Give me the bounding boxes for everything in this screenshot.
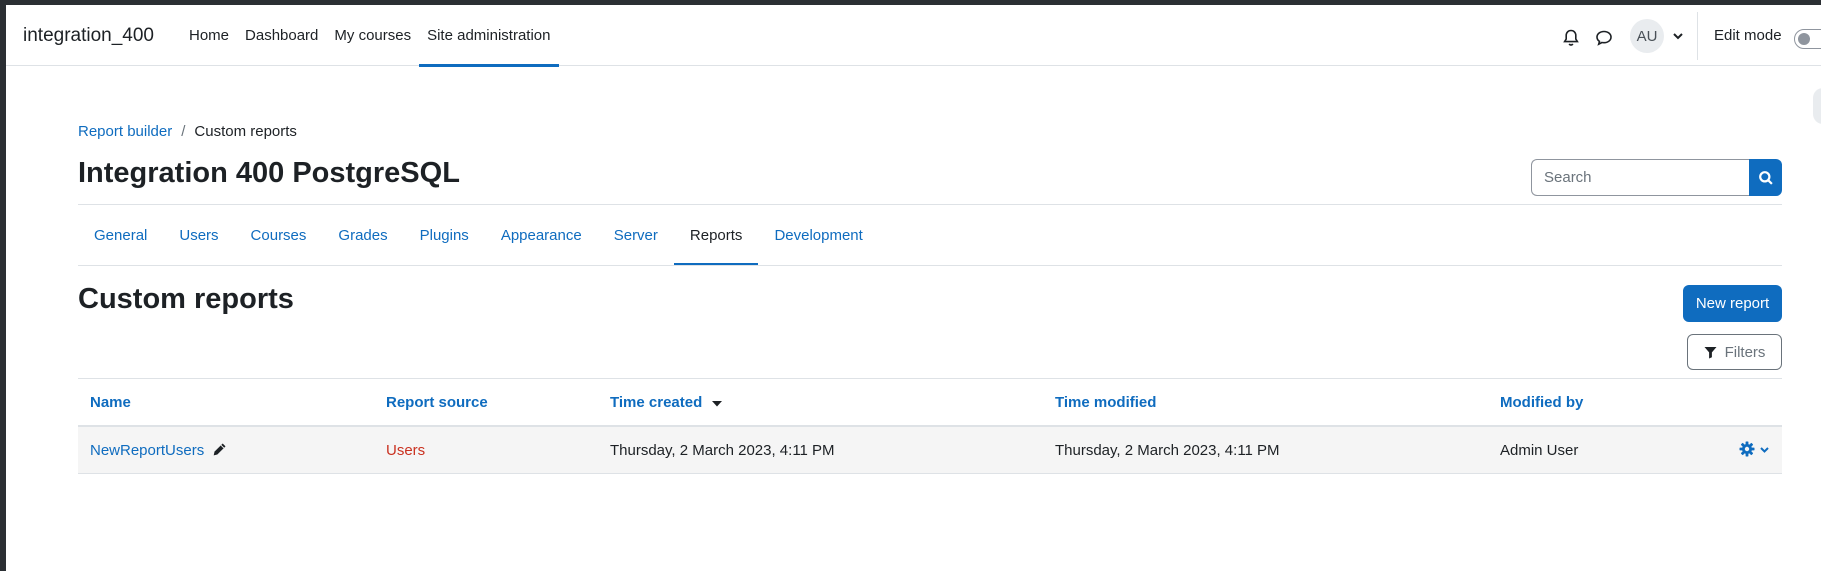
nav-home[interactable]: Home [181, 5, 237, 66]
secondary-nav-divider [78, 265, 1782, 266]
user-avatar[interactable]: AU [1630, 19, 1664, 53]
new-report-button[interactable]: New report [1683, 285, 1782, 322]
edit-mode-toggle[interactable] [1794, 29, 1821, 49]
page-title: Integration 400 PostgreSQL [78, 157, 460, 189]
toggle-knob [1798, 33, 1810, 45]
column-header-modified-by[interactable]: Modified by [1500, 394, 1583, 411]
window-left-strip [0, 0, 6, 571]
filters-button[interactable]: Filters [1687, 334, 1782, 370]
column-header-time-created[interactable]: Time created [610, 394, 723, 411]
tab-reports[interactable]: Reports [673, 205, 759, 266]
filter-icon [1704, 346, 1717, 358]
drawer-toggle-handle[interactable] [1813, 88, 1821, 124]
section-title: Custom reports [78, 283, 294, 315]
tab-users[interactable]: Users [163, 205, 234, 265]
tab-plugins[interactable]: Plugins [404, 205, 485, 265]
chevron-down-icon [1760, 446, 1769, 453]
tab-server[interactable]: Server [598, 205, 674, 265]
table-row: NewReportUsers Users Thursday, 2 March 2… [78, 427, 1782, 474]
column-header-name[interactable]: Name [90, 394, 131, 411]
secondary-navigation: General Users Courses Grades Plugins App… [78, 205, 879, 266]
search-input[interactable] [1531, 159, 1749, 196]
column-header-time-modified[interactable]: Time modified [1055, 394, 1156, 411]
tab-appearance[interactable]: Appearance [485, 205, 598, 265]
edit-mode-label: Edit mode [1714, 27, 1782, 44]
breadcrumb: Report builder / Custom reports [78, 123, 297, 140]
time-created-cell: Thursday, 2 March 2023, 4:11 PM [610, 442, 835, 459]
top-navbar: integration_400 Home Dashboard My course… [6, 5, 1821, 67]
time-modified-cell: Thursday, 2 March 2023, 4:11 PM [1055, 442, 1280, 459]
column-header-report-source[interactable]: Report source [386, 394, 488, 411]
filters-label: Filters [1724, 343, 1766, 361]
nav-my-courses[interactable]: My courses [326, 5, 419, 66]
bell-icon[interactable] [1559, 26, 1583, 50]
tab-courses[interactable]: Courses [235, 205, 323, 265]
tab-development[interactable]: Development [758, 205, 878, 265]
sort-desc-icon [712, 401, 723, 407]
modified-by-cell: Admin User [1500, 442, 1579, 459]
message-icon[interactable] [1592, 26, 1616, 50]
column-header-time-created-label: Time created [610, 394, 703, 411]
row-actions-menu[interactable] [1739, 441, 1770, 457]
search-icon [1758, 170, 1773, 185]
search-button[interactable] [1749, 159, 1782, 196]
site-brand[interactable]: integration_400 [23, 25, 154, 47]
reports-table: Name Report source Time created Time mod… [78, 378, 1782, 474]
nav-site-administration[interactable]: Site administration [419, 5, 559, 67]
report-name-link[interactable]: NewReportUsers [90, 442, 204, 459]
tab-general[interactable]: General [78, 205, 163, 265]
gear-icon [1739, 441, 1755, 457]
breadcrumb-custom-reports: Custom reports [194, 123, 297, 140]
breadcrumb-separator: / [181, 123, 186, 140]
nav-dashboard[interactable]: Dashboard [237, 5, 326, 66]
navbar-divider [1697, 12, 1698, 60]
pencil-icon[interactable] [212, 442, 227, 457]
chevron-down-icon[interactable] [1671, 29, 1685, 43]
report-source-cell: Users [386, 442, 426, 459]
tab-grades[interactable]: Grades [322, 205, 403, 265]
primary-navigation: Home Dashboard My courses Site administr… [181, 5, 559, 67]
table-header: Name Report source Time created Time mod… [78, 378, 1782, 427]
report-name-cell: NewReportUsers [90, 442, 227, 459]
breadcrumb-report-builder[interactable]: Report builder [78, 123, 172, 140]
